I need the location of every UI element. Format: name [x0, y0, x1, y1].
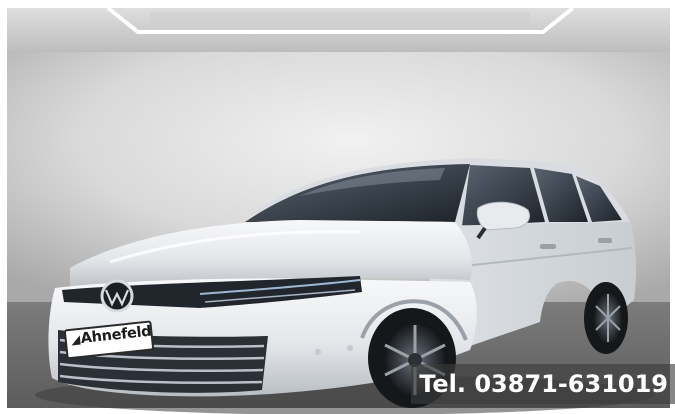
car-photo	[0, 0, 675, 414]
dealer-logo-icon: ◢	[70, 332, 81, 347]
dealer-plate-label: Ahnefeld	[80, 323, 153, 347]
phone-number-overlay: Tel. 03871-631019	[411, 364, 675, 404]
